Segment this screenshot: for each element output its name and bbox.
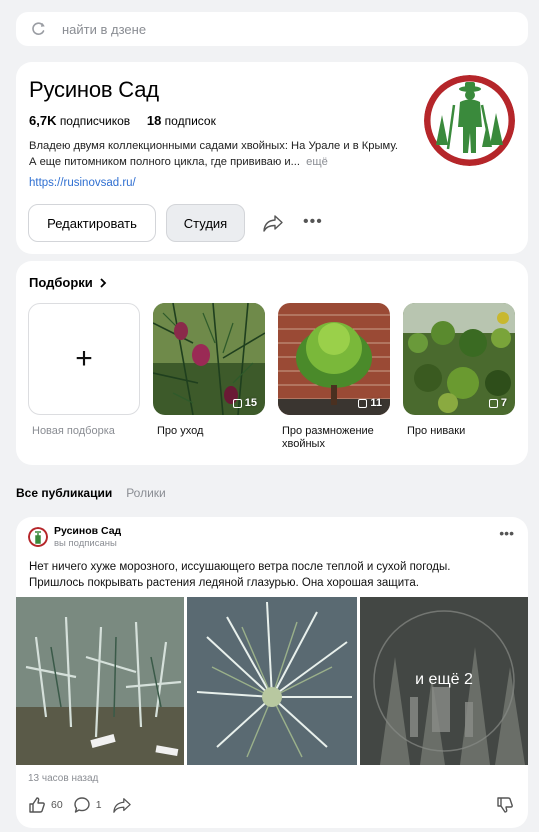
tab-shorts[interactable]: Ролики	[126, 486, 166, 500]
post-image-1-picture	[16, 597, 184, 765]
comment-count: 1	[95, 799, 102, 811]
collection-tile-care[interactable]: 15	[153, 303, 265, 415]
like-button[interactable]: 60	[28, 796, 63, 814]
comment-icon	[73, 797, 90, 813]
new-collection-tile[interactable]: +	[28, 303, 140, 415]
channel-description-text: Владею двумя коллекционными садами хвойн…	[29, 140, 398, 168]
collection-count-niwaki: 7	[488, 397, 507, 409]
post-more-options-icon[interactable]: •••	[499, 525, 514, 541]
post-image-3[interactable]: и ещё 2	[360, 597, 528, 765]
search-bar[interactable]: найти в дзене	[16, 12, 528, 46]
post-time: 13 часов назад	[28, 773, 99, 784]
new-collection-label: Новая подборка	[32, 425, 115, 437]
post-author-name[interactable]: Русинов Сад	[54, 525, 121, 537]
post-share-button[interactable]	[112, 796, 137, 814]
subscribers-count[interactable]: 6,7K	[29, 113, 56, 128]
collections-card: Подборки + Новая подборка 15 Про уход 11…	[16, 261, 528, 465]
channel-description: Владею двумя коллекционными садами хвойн…	[29, 138, 399, 170]
post-card: Русинов Сад вы подписаны ••• Нет ничего …	[16, 517, 528, 828]
channel-website-link[interactable]: https://rusinovsad.ru/	[29, 177, 136, 189]
chevron-right-icon	[100, 277, 107, 288]
more-options-icon[interactable]: •••	[303, 213, 323, 231]
edit-button[interactable]: Редактировать	[28, 204, 156, 242]
studio-button[interactable]: Студия	[166, 204, 245, 242]
search-icon	[32, 22, 45, 35]
channel-stats: 6,7K подписчиков 18 подписок	[29, 113, 216, 128]
subscriptions-count[interactable]: 18	[147, 113, 161, 128]
channel-card: Русинов Сад 6,7K подписчиков 18 подписок…	[16, 62, 528, 254]
collection-title-niwaki[interactable]: Про ниваки	[407, 425, 517, 438]
thumbs-down-icon	[497, 797, 513, 813]
channel-avatar[interactable]	[424, 75, 515, 166]
tab-all-publications[interactable]: Все публикации	[16, 486, 112, 500]
collection-title-propagation[interactable]: Про размножение хвойных	[282, 425, 392, 451]
channel-name: Русинов Сад	[29, 77, 159, 102]
collection-tile-propagation[interactable]: 11	[278, 303, 390, 415]
subscribers-label[interactable]: подписчиков	[60, 114, 130, 128]
search-input[interactable]: найти в дзене	[62, 22, 146, 37]
collection-tile-niwaki[interactable]: 7	[403, 303, 515, 415]
plus-icon: +	[75, 342, 93, 375]
post-image-1[interactable]	[16, 597, 184, 765]
collection-count-propagation: 11	[358, 397, 382, 409]
subscriptions-label[interactable]: подписок	[165, 114, 216, 128]
description-more-link[interactable]: ещё	[306, 156, 328, 168]
post-author-avatar[interactable]	[28, 527, 48, 547]
more-images-label[interactable]: и ещё 2	[360, 671, 528, 689]
post-image-2[interactable]	[187, 597, 357, 765]
dislike-button[interactable]	[496, 796, 514, 819]
channel-logo	[424, 75, 515, 166]
post-text[interactable]: Нет ничего хуже морозного, иссушающего в…	[29, 559, 499, 591]
like-count: 60	[51, 799, 63, 811]
comment-button[interactable]: 1	[73, 796, 102, 814]
share-icon	[112, 798, 131, 813]
collections-heading[interactable]: Подборки	[29, 275, 107, 290]
thumbs-up-icon	[29, 797, 45, 813]
post-image-2-picture	[187, 597, 357, 765]
collection-title-care[interactable]: Про уход	[157, 425, 267, 438]
publication-tabs: Все публикации Ролики	[16, 486, 180, 500]
collection-count-care: 15	[232, 397, 257, 409]
post-subscription-status: вы подписаны	[54, 538, 117, 549]
post-author-logo	[28, 527, 48, 547]
collections-heading-label: Подборки	[29, 275, 93, 290]
share-icon[interactable]	[262, 213, 284, 233]
post-actions: 60 1	[28, 796, 147, 814]
